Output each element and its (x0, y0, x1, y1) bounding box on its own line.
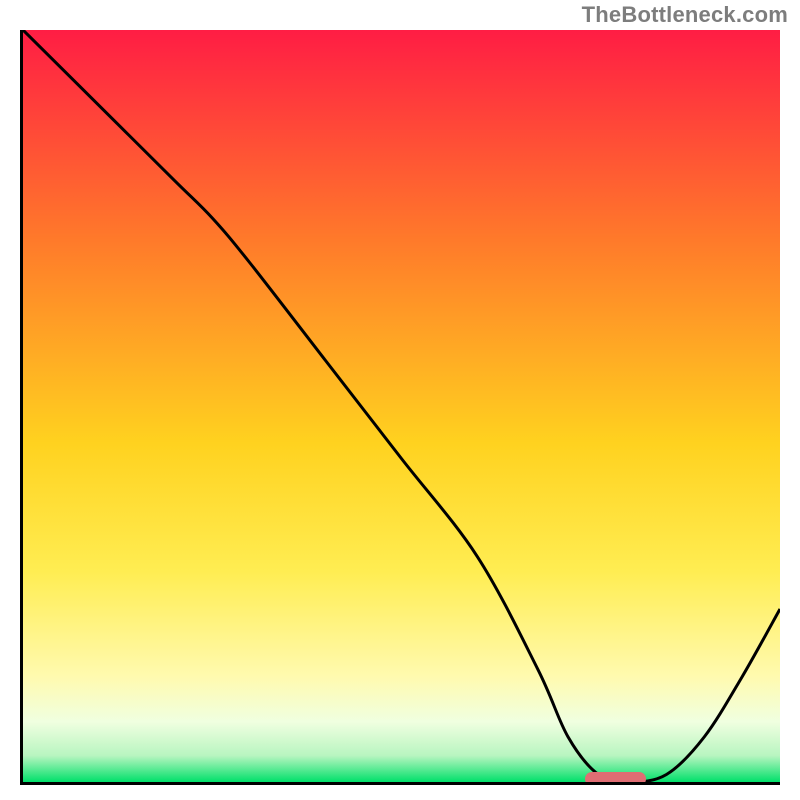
plot-area (20, 30, 780, 785)
plot-svg (23, 30, 780, 782)
optimal-range-marker (585, 772, 646, 785)
watermark-text: TheBottleneck.com (582, 2, 788, 28)
chart-stage: TheBottleneck.com (0, 0, 800, 800)
